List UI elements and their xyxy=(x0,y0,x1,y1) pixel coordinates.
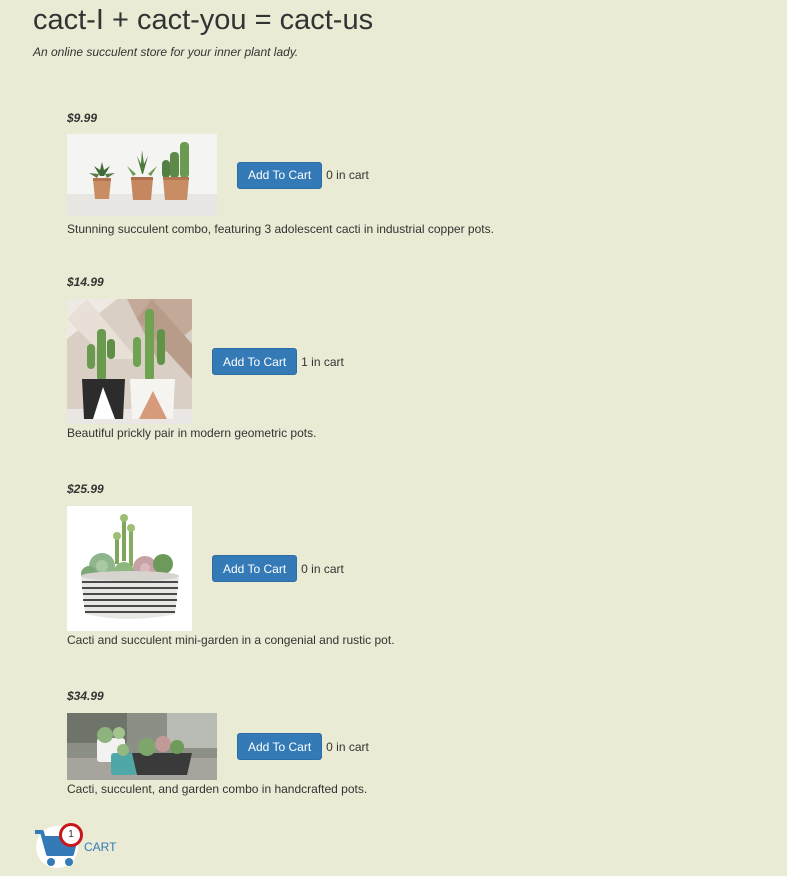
product-image-handcrafted-pots xyxy=(67,713,217,780)
product-description: Beautiful prickly pair in modern geometr… xyxy=(67,426,317,440)
product-card: $14.99 Add To Cart 1 in cart Beautiful p… xyxy=(67,274,667,440)
product-image-geometric-pots xyxy=(67,299,192,424)
product-price: $14.99 xyxy=(67,275,104,289)
product-card: $25.99 Add To Cart 0 in cart Cacti and s… xyxy=(67,481,667,647)
site-tagline: An online succulent store for your inner… xyxy=(33,45,299,59)
site-header: cact-I + cact-you = cact-us An online su… xyxy=(33,0,373,59)
cart-icon-wrap[interactable]: 1 xyxy=(34,822,83,868)
product-description: Cacti and succulent mini-garden in a con… xyxy=(67,633,395,647)
product-image-mini-garden xyxy=(67,506,192,631)
cart-quantity-text: 0 in cart xyxy=(301,561,344,576)
cart-link[interactable]: 1 CART xyxy=(34,822,116,868)
product-card: $9.99 Add To Cart 0 in cart Stunning suc… xyxy=(67,110,667,236)
cart-quantity-text: 0 in cart xyxy=(326,168,369,182)
cart-quantity-text: 1 in cart xyxy=(301,354,344,369)
product-description: Cacti, succulent, and garden combo in ha… xyxy=(67,782,368,796)
add-to-cart-button[interactable]: Add To Cart xyxy=(237,161,323,189)
site-title: cact-I + cact-you = cact-us xyxy=(33,4,374,36)
product-price: $25.99 xyxy=(67,482,104,496)
product-card: $34.99 Add To Cart 0 in cart Cacti, succ… xyxy=(67,688,667,796)
cart-quantity-text: 0 in cart xyxy=(326,739,369,754)
product-price: $9.99 xyxy=(67,111,98,125)
cart-label[interactable]: CART xyxy=(84,840,116,854)
product-price: $34.99 xyxy=(67,689,104,703)
product-image-copper-pots xyxy=(67,134,217,216)
product-description: Stunning succulent combo, featuring 3 ad… xyxy=(67,222,494,236)
add-to-cart-button[interactable]: Add To Cart xyxy=(212,348,298,375)
add-to-cart-button[interactable]: Add To Cart xyxy=(212,555,298,582)
cart-count-badge: 1 xyxy=(59,823,83,847)
add-to-cart-button[interactable]: Add To Cart xyxy=(237,733,323,760)
